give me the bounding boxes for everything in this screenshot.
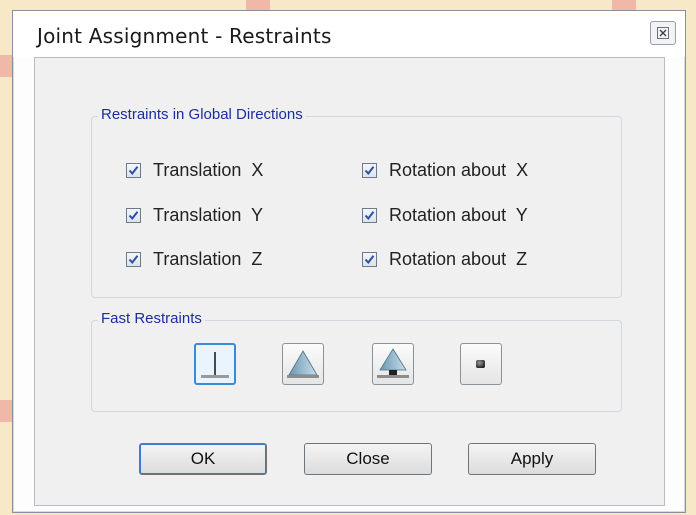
pinned-support-icon: [287, 350, 319, 378]
ok-button[interactable]: OK: [139, 443, 267, 475]
background-mark: [0, 400, 12, 422]
rotation-z-checkbox[interactable]: Rotation about Z: [362, 249, 527, 270]
translation-x-label: Translation X: [153, 160, 264, 180]
background-mark: [612, 0, 636, 10]
rotation-x-checkbox[interactable]: Rotation about X: [362, 160, 528, 181]
close-button[interactable]: Close: [304, 443, 432, 475]
checkbox-box[interactable]: [362, 163, 377, 178]
close-icon: [657, 27, 669, 39]
translation-z-label: Translation Z: [153, 249, 263, 269]
restraints-group: Restraints in Global Directions Translat…: [91, 106, 622, 298]
checkmark-icon: [364, 255, 375, 265]
free-joint-icon: [476, 360, 485, 368]
rotation-x-label: Rotation about X: [389, 160, 529, 180]
window-title: Joint Assignment - Restraints: [37, 24, 332, 48]
rotation-z-label: Rotation about Z: [389, 249, 528, 269]
checkbox-box[interactable]: [126, 252, 141, 267]
background-mark: [0, 55, 12, 77]
free-restraint-button[interactable]: [460, 343, 502, 385]
checkmark-icon: [128, 255, 139, 265]
translation-y-checkbox[interactable]: Translation Y: [126, 205, 263, 226]
roller-support-icon: [377, 348, 409, 378]
fast-restraints-group-label: Fast Restraints: [98, 310, 205, 327]
pinned-restraint-button[interactable]: [282, 343, 324, 385]
fixed-restraint-button[interactable]: [194, 343, 236, 385]
checkbox-box[interactable]: [362, 252, 377, 267]
restraints-group-label: Restraints in Global Directions: [98, 106, 306, 123]
rotation-y-label: Rotation about Y: [389, 205, 528, 225]
fast-restraints-group: Fast Restraints: [91, 310, 622, 412]
translation-x-checkbox[interactable]: Translation X: [126, 160, 263, 181]
checkbox-box[interactable]: [126, 163, 141, 178]
background-mark: [246, 0, 270, 10]
checkmark-icon: [364, 211, 375, 221]
checkmark-icon: [364, 166, 375, 176]
dialog-body: Restraints in Global Directions Translat…: [34, 57, 665, 506]
checkmark-icon: [128, 166, 139, 176]
translation-y-label: Translation Y: [153, 205, 264, 225]
checkbox-box[interactable]: [362, 208, 377, 223]
translation-z-checkbox[interactable]: Translation Z: [126, 249, 262, 270]
apply-button[interactable]: Apply: [468, 443, 596, 475]
restraints-dialog: Joint Assignment - Restraints Restraints…: [12, 10, 686, 513]
checkmark-icon: [128, 211, 139, 221]
rotation-y-checkbox[interactable]: Rotation about Y: [362, 205, 528, 226]
title-bar[interactable]: Joint Assignment - Restraints: [13, 11, 685, 57]
checkbox-box[interactable]: [126, 208, 141, 223]
close-window-button[interactable]: [650, 21, 676, 45]
roller-restraint-button[interactable]: [372, 343, 414, 385]
fixed-support-icon: [201, 352, 229, 378]
